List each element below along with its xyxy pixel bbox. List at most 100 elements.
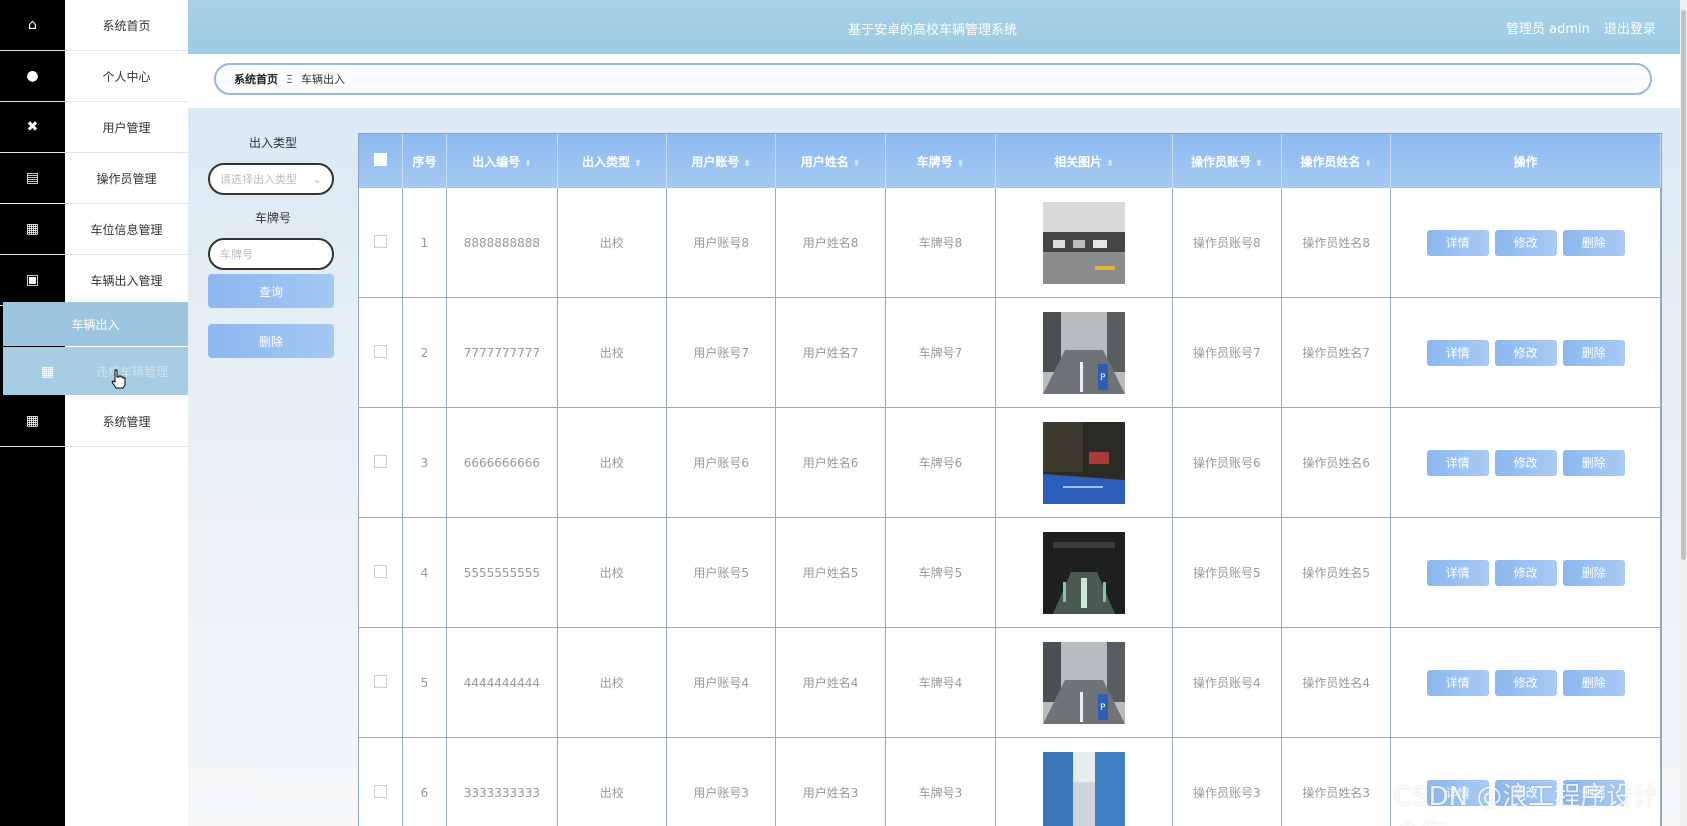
row-checkbox[interactable]	[359, 737, 403, 826]
batch-delete-button[interactable]: 删除	[208, 324, 334, 358]
edit-button[interactable]: 修改	[1494, 339, 1557, 366]
row-checkbox[interactable]	[359, 188, 403, 298]
col-header[interactable]: 用户账号 ⬍	[666, 134, 777, 188]
cell-code: 7777777777	[446, 297, 558, 408]
photo-thumbnail[interactable]: P	[1042, 311, 1125, 394]
cell-type: 出校	[557, 407, 667, 518]
sidebar-item-vehicle-access[interactable]: 车辆出入管理	[65, 255, 188, 306]
delete-button[interactable]: 删除	[1562, 669, 1625, 696]
row-checkbox[interactable]	[359, 407, 403, 518]
cell-plate: 车牌号5	[885, 517, 997, 628]
logout-link[interactable]: 退出登录	[1604, 22, 1656, 37]
submenu-item-vehicle-in-out[interactable]: 车辆出入	[3, 302, 188, 346]
breadcrumb-home[interactable]: 系统首页	[234, 71, 278, 87]
data-table: 序号 出入编号 ⬍ 出入类型 ⬍ 用户账号 ⬍ 用户姓名 ⬍ 车牌号 ⬍ 相关图片 ⬍ 操作…	[358, 133, 1662, 826]
row-checkbox[interactable]	[359, 627, 403, 738]
cell-op-account: 操作员账号7	[1172, 297, 1282, 408]
edit-button[interactable]: 修改	[1494, 559, 1557, 586]
cell-type: 出校	[557, 297, 667, 408]
table-row: 5 4444444444 出校 用户账号4 用户姓名4 车牌号4 P 操作员账号4 操作员姓名4…	[359, 627, 1661, 738]
cell-op-name: 操作员姓名3	[1281, 737, 1392, 826]
grid-icon: ▦	[41, 364, 55, 380]
cell-op-name: 操作员姓名5	[1281, 517, 1392, 628]
users-icon[interactable]: ✖	[0, 102, 65, 153]
cell-plate: 车牌号6	[885, 407, 997, 518]
page-scrollbar[interactable]	[1680, 0, 1687, 826]
cell-account: 用户账号7	[666, 297, 777, 408]
sidebar-item-home[interactable]: 系统首页	[65, 0, 188, 51]
app-title: 基于安卓的高校车辆管理系统	[848, 23, 1018, 38]
breadcrumb-bar: 系统首页 Ξ 车辆出入	[188, 54, 1680, 108]
svg-text:P: P	[1100, 703, 1106, 713]
col-header[interactable]: 操作员账号 ⬍	[1172, 134, 1282, 188]
sidebar-item-operators[interactable]: 操作员管理	[65, 153, 188, 204]
delete-button[interactable]: 删除	[1562, 229, 1625, 256]
detail-button[interactable]: 详情	[1426, 449, 1489, 476]
plate-input[interactable]: 车牌号	[208, 238, 334, 270]
sidebar-item-label: 违规车辆管理	[96, 365, 169, 379]
edit-button[interactable]: 修改	[1494, 229, 1557, 256]
photo-thumbnail[interactable]	[1042, 201, 1125, 284]
col-header[interactable]: 出入类型 ⬍	[557, 134, 667, 188]
photo-thumbnail[interactable]	[1042, 531, 1125, 614]
home-icon[interactable]: ⌂	[0, 0, 65, 51]
table-row: 2 7777777777 出校 用户账号7 用户姓名7 车牌号7 P 操作员账号7 操作员姓名7…	[359, 297, 1661, 408]
sidebar-item-system[interactable]: 系统管理	[65, 396, 188, 447]
col-header[interactable]: 序号	[402, 134, 448, 188]
row-checkbox[interactable]	[359, 517, 403, 628]
edit-button[interactable]: 修改	[1494, 449, 1557, 476]
chart-icon[interactable]: ▤	[0, 153, 65, 204]
cell-type: 出校	[557, 627, 667, 738]
type-select-placeholder: 请选择出入类型	[220, 173, 297, 186]
delete-button[interactable]: 删除	[1562, 339, 1625, 366]
user-area: 管理员 admin 退出登录	[1506, 18, 1656, 37]
cell-index: 6	[402, 737, 448, 826]
col-header[interactable]: 用户姓名 ⬍	[775, 134, 886, 188]
delete-button[interactable]: 删除	[1562, 449, 1625, 476]
photo-thumbnail[interactable]	[1042, 751, 1125, 826]
watermark: CSDN @浪工程序设计合作	[1394, 782, 1659, 826]
sidebar-item-profile[interactable]: 个人中心	[65, 51, 188, 102]
sidebar-item-violations[interactable]: ▦ 违规车辆管理	[3, 347, 188, 395]
col-header[interactable]: 车牌号 ⬍	[885, 134, 997, 188]
detail-button[interactable]: 详情	[1426, 229, 1489, 256]
app-window: ⌂ ● ✖ ▤ ▦ ▣ 系统首页 个人中心 用户管理 操作员管理 车位信息管理 …	[0, 0, 1687, 826]
detail-button[interactable]: 详情	[1426, 559, 1489, 586]
plate-filter-label: 车牌号	[254, 211, 291, 225]
sidebar-item-parking[interactable]: 车位信息管理	[65, 204, 188, 255]
detail-button[interactable]: 详情	[1426, 339, 1489, 366]
cell-account: 用户账号3	[666, 737, 777, 826]
sort-icon: ⬍	[634, 158, 642, 169]
cell-op-account: 操作员账号8	[1172, 188, 1282, 298]
col-header[interactable]: 相关图片 ⬍	[995, 134, 1173, 188]
cell-image: P	[995, 627, 1173, 738]
grid-icon[interactable]: ▦	[0, 204, 65, 255]
cell-index: 1	[402, 188, 448, 298]
edit-button[interactable]: 修改	[1494, 669, 1557, 696]
type-select[interactable]: 请选择出入类型 ⌄	[208, 163, 334, 195]
cell-index: 4	[402, 517, 448, 628]
cell-name: 用户姓名6	[775, 407, 886, 518]
col-header[interactable]: 出入编号 ⬍	[446, 134, 558, 188]
table-row: 1 8888888888 出校 用户账号8 用户姓名8 车牌号8 操作员账号8 操作员姓名8 详…	[359, 188, 1661, 298]
svg-text:P: P	[1100, 373, 1106, 383]
photo-thumbnail[interactable]: P	[1042, 641, 1125, 724]
cell-op-name: 操作员姓名4	[1281, 627, 1392, 738]
col-header[interactable]: 操作员姓名 ⬍	[1281, 134, 1392, 188]
cell-code: 5555555555	[446, 517, 558, 628]
clipboard-icon[interactable]: ▣	[0, 255, 65, 306]
cell-op-account: 操作员账号6	[1172, 407, 1282, 518]
cell-name: 用户姓名8	[775, 188, 886, 298]
table-row: 4 5555555555 出校 用户账号5 用户姓名5 车牌号5 操作员账号5 操作员姓名5 详…	[359, 517, 1661, 628]
cell-actions: 详情 修改 删除	[1390, 517, 1661, 628]
cell-code: 8888888888	[446, 188, 558, 298]
delete-button[interactable]: 删除	[1562, 559, 1625, 586]
detail-button[interactable]: 详情	[1426, 669, 1489, 696]
sidebar-item-users[interactable]: 用户管理	[65, 102, 188, 153]
photo-thumbnail[interactable]	[1042, 421, 1125, 504]
grid-icon[interactable]: ▦	[0, 396, 65, 447]
search-button[interactable]: 查询	[208, 274, 334, 308]
select-all-checkbox[interactable]	[359, 134, 403, 188]
row-checkbox[interactable]	[359, 297, 403, 408]
user-icon[interactable]: ●	[0, 51, 65, 102]
